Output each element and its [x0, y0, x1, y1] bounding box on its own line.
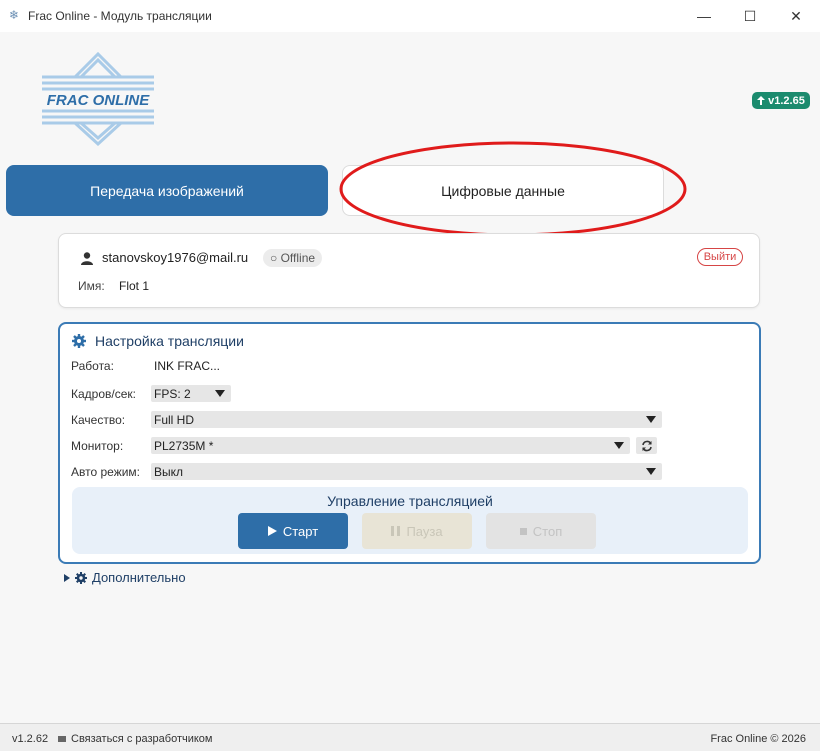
- minimize-button[interactable]: —: [681, 0, 727, 32]
- close-button[interactable]: ✕: [773, 0, 819, 32]
- status-badge: ○ Offline: [263, 249, 323, 267]
- monitor-select-value: PL2735M *: [154, 438, 214, 453]
- stream-control-panel: Управление трансляцией Старт Пауза Стоп: [72, 487, 748, 554]
- frac-online-logo: FRAC ONLINE: [42, 52, 154, 146]
- quality-select-value: Full HD: [154, 412, 195, 427]
- chevron-down-icon: [646, 468, 656, 475]
- stop-icon: [519, 527, 527, 535]
- chevron-down-icon: [646, 416, 656, 423]
- start-button[interactable]: Старт: [238, 513, 348, 549]
- pause-button-label: Пауза: [406, 523, 443, 539]
- user-card: stanovskoy1976@mail.ru ○ Offline Выйти И…: [58, 233, 760, 308]
- additional-expander[interactable]: Дополнительно: [64, 570, 186, 585]
- message-icon: [58, 736, 66, 742]
- user-email: stanovskoy1976@mail.ru: [102, 250, 249, 265]
- footer: v1.2.62 Связаться с разработчиком Frac O…: [0, 723, 820, 751]
- window-title: Frac Online - Модуль трансляции: [28, 9, 212, 23]
- chevron-down-icon: [215, 390, 225, 397]
- chevron-down-icon: [614, 442, 624, 449]
- stop-button-label: Стоп: [532, 523, 563, 539]
- arrow-up-icon: [757, 96, 766, 105]
- refresh-icon: [641, 440, 652, 451]
- fps-label: Кадров/сек:: [71, 387, 136, 401]
- quality-label: Качество:: [71, 413, 126, 427]
- footer-version: v1.2.62: [12, 733, 49, 745]
- fps-select-value: FPS: 2: [154, 386, 191, 401]
- contact-developer-link[interactable]: Связаться с разработчиком: [58, 733, 212, 745]
- app-window: ❄ Frac Online - Модуль трансляции — ☐ ✕ …: [0, 0, 820, 751]
- job-value: INK FRAC...: [154, 359, 221, 373]
- job-label: Работа:: [71, 359, 114, 373]
- auto-mode-select-value: Выкл: [154, 464, 184, 479]
- footer-copyright: Frac Online © 2026: [710, 733, 806, 745]
- monitor-select[interactable]: PL2735M *: [151, 437, 630, 454]
- logo-text: FRAC ONLINE: [47, 92, 150, 109]
- version-badge: v1.2.65: [752, 92, 810, 109]
- version-badge-label: v1.2.65: [768, 94, 805, 107]
- additional-label: Дополнительно: [92, 570, 186, 585]
- pause-button[interactable]: Пауза: [362, 513, 472, 549]
- name-label: Имя:: [78, 279, 105, 293]
- user-icon: [81, 252, 93, 265]
- maximize-button[interactable]: ☐: [727, 0, 773, 32]
- stream-settings-card: Настройка трансляции Работа: INK FRAC...…: [58, 322, 761, 564]
- gear-icon: [72, 334, 86, 348]
- title-bar: ❄ Frac Online - Модуль трансляции — ☐ ✕: [0, 0, 820, 32]
- start-button-label: Старт: [282, 523, 319, 539]
- tab-image-transfer[interactable]: Передача изображений: [6, 165, 328, 216]
- play-icon: [267, 526, 277, 536]
- gear-icon: [75, 571, 87, 584]
- auto-mode-label: Авто режим:: [71, 465, 141, 479]
- quality-select[interactable]: Full HD: [151, 411, 662, 428]
- pause-icon: [391, 526, 401, 536]
- fps-select[interactable]: FPS: 2: [151, 385, 231, 402]
- control-title: Управление трансляцией: [327, 493, 493, 509]
- monitor-label: Монитор:: [71, 439, 124, 453]
- settings-title: Настройка трансляции: [95, 333, 244, 349]
- stop-button[interactable]: Стоп: [486, 513, 596, 549]
- name-value: Flot 1: [119, 279, 150, 293]
- logout-button[interactable]: Выйти: [697, 248, 743, 266]
- snowflake-icon: ❄: [9, 8, 20, 22]
- triangle-right-icon: [64, 573, 70, 582]
- contact-label: Связаться с разработчиком: [71, 733, 213, 745]
- refresh-monitors-button[interactable]: [636, 437, 657, 454]
- auto-mode-select[interactable]: Выкл: [151, 463, 662, 480]
- tab-digital-data[interactable]: Цифровые данные: [342, 165, 664, 216]
